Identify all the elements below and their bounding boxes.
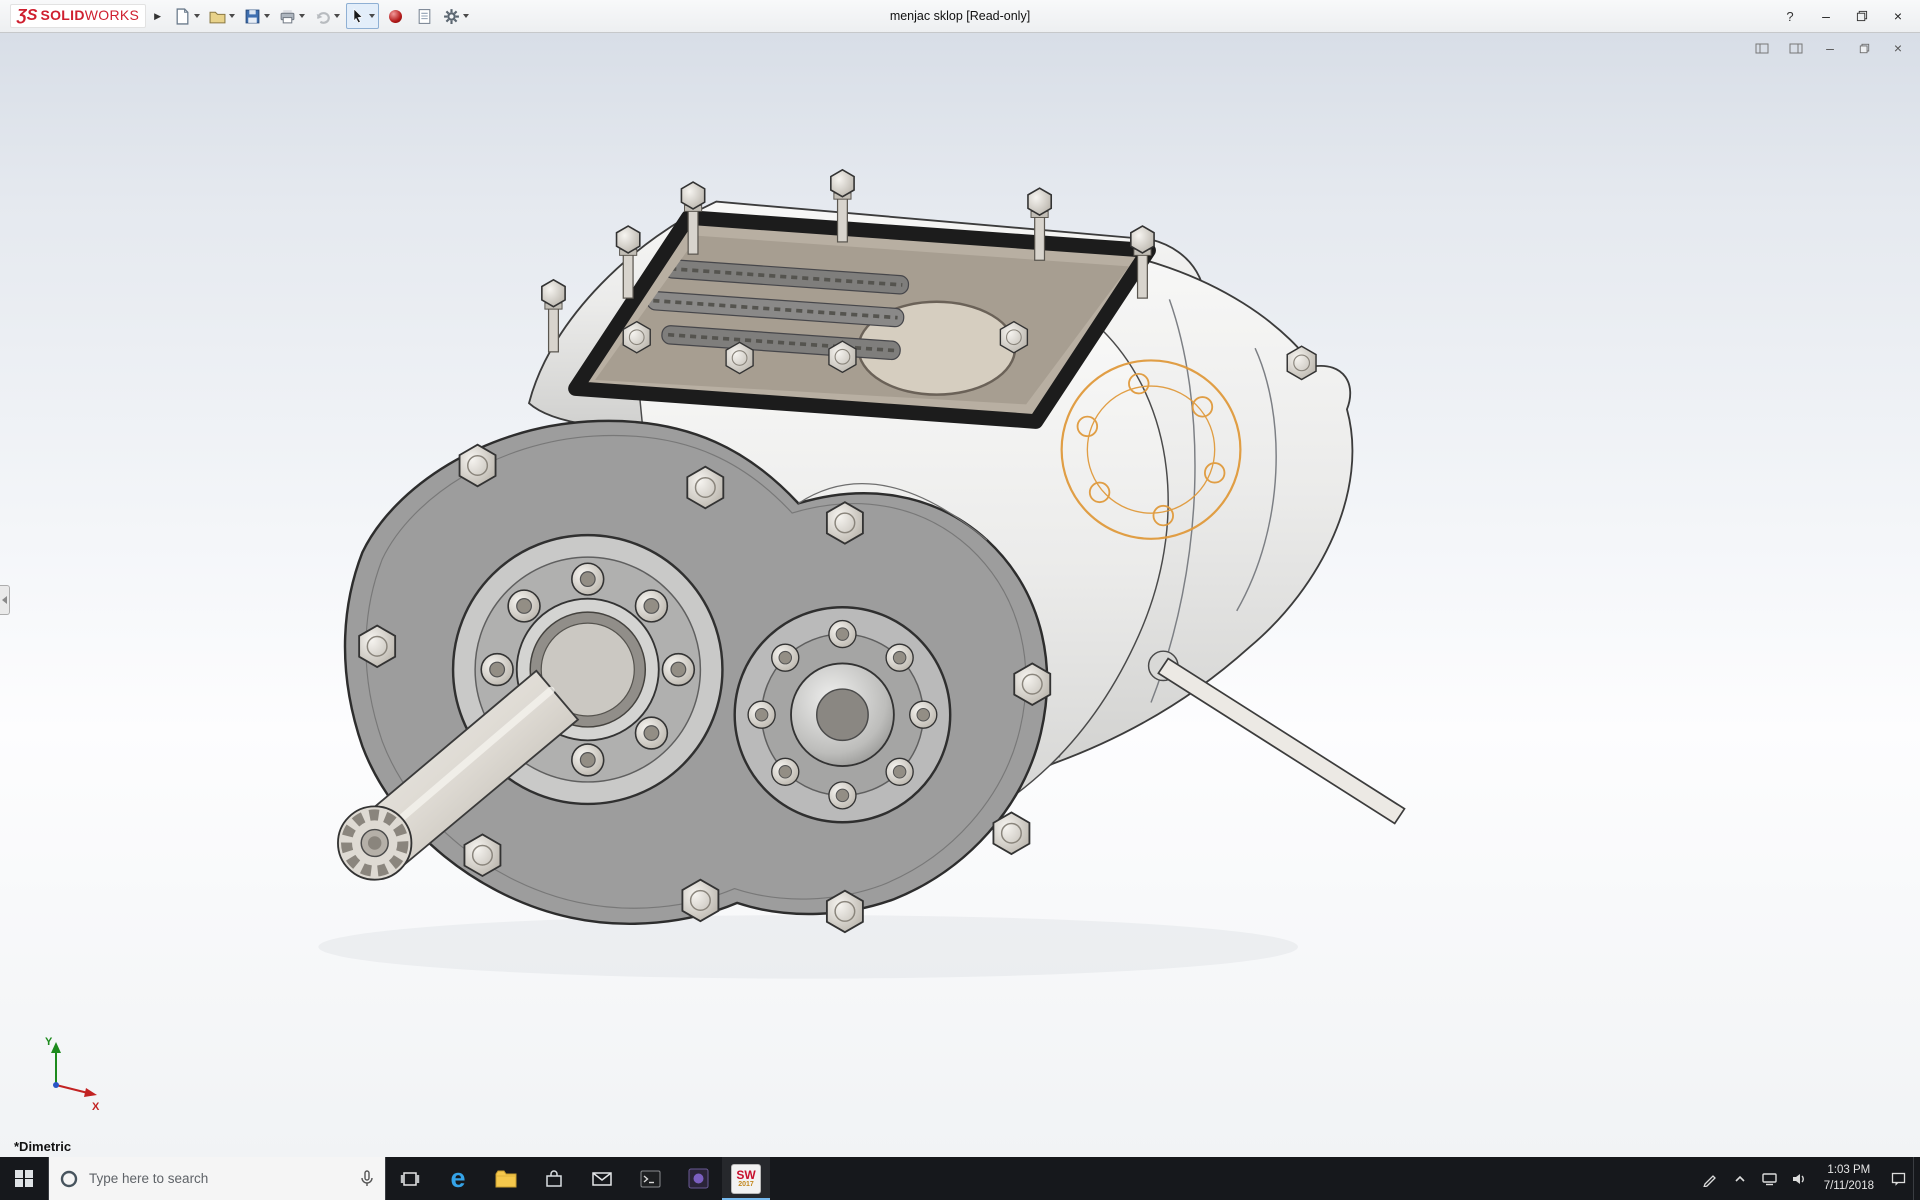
maximize-button[interactable] — [1844, 3, 1880, 29]
file-properties-button[interactable] — [411, 3, 437, 29]
print-icon — [280, 9, 295, 23]
task-view-button[interactable] — [386, 1157, 434, 1200]
file-properties-icon — [418, 8, 430, 24]
dropdown-arrow-icon[interactable] — [299, 14, 306, 18]
restore-icon — [1856, 10, 1868, 22]
new-document-button[interactable] — [171, 3, 203, 29]
menu-expander-arrow[interactable]: ▶ — [154, 11, 161, 22]
edge-icon: e — [450, 1163, 466, 1193]
window-controls: ? – × — [1772, 3, 1916, 29]
undo-icon — [316, 11, 330, 24]
search-input[interactable] — [49, 1157, 385, 1200]
solidworks-logo: ƷS SOLID WORKS — [10, 4, 147, 28]
gearbox-3d-model[interactable] — [0, 33, 1920, 1157]
dassault-ds-icon: ƷS — [17, 7, 38, 24]
view-orientation-label: *Dimetric — [14, 1139, 72, 1154]
document-close-button[interactable]: × — [1890, 40, 1906, 56]
task-view-icon — [400, 1171, 420, 1186]
pen-tray-icon[interactable] — [1695, 1157, 1725, 1200]
pane-right-icon[interactable] — [1788, 40, 1804, 56]
open-button[interactable] — [206, 3, 238, 29]
windows-logo-icon — [15, 1169, 33, 1188]
document-title: menjac sklop [Read-only] — [889, 9, 1031, 23]
appearance-button[interactable] — [382, 3, 408, 29]
solidworks-2017-button[interactable]: SW 2017 — [722, 1157, 770, 1200]
solidworks-2017-icon: SW 2017 — [731, 1163, 761, 1194]
dropdown-arrow-icon[interactable] — [229, 14, 236, 18]
start-button[interactable] — [0, 1157, 48, 1200]
brand-solid-text: SOLID — [40, 7, 85, 23]
edge-button[interactable]: e — [434, 1157, 482, 1200]
taskbar-search — [48, 1157, 386, 1200]
microphone-icon[interactable] — [359, 1169, 375, 1188]
select-cursor-icon — [353, 8, 363, 24]
dropdown-arrow-icon[interactable] — [463, 14, 470, 18]
undo-button[interactable] — [311, 3, 343, 29]
clock-time: 1:03 PM — [1827, 1163, 1871, 1176]
triad-y-label: Y — [45, 1036, 53, 1048]
quick-access-toolbar — [171, 3, 472, 29]
dropdown-arrow-icon[interactable] — [194, 14, 201, 18]
save-floppy-icon — [245, 9, 260, 23]
store-bag-icon — [546, 1169, 562, 1187]
terminal-button[interactable] — [626, 1157, 674, 1200]
windows-taskbar: e SW 2017 — [0, 1157, 1920, 1200]
system-tray: 1:03 PM 7/11/2018 — [1695, 1157, 1920, 1200]
solidworks-window: ƷS SOLID WORKS ▶ menjac sklop [Read-only… — [0, 0, 1920, 1200]
orientation-triad-icon: Y X — [45, 1036, 100, 1113]
document-window-controls: – × — [1754, 40, 1906, 56]
select-tool-button[interactable] — [346, 3, 380, 29]
options-button[interactable] — [440, 3, 472, 29]
store-button[interactable] — [530, 1157, 578, 1200]
purple-app-icon — [688, 1168, 708, 1189]
mail-envelope-icon — [592, 1171, 612, 1186]
pane-left-icon[interactable] — [1754, 40, 1770, 56]
dropdown-arrow-icon[interactable] — [264, 14, 271, 18]
dropdown-arrow-icon[interactable] — [369, 14, 376, 18]
network-icon[interactable] — [1755, 1157, 1785, 1200]
volume-icon[interactable] — [1785, 1157, 1815, 1200]
new-document-icon — [176, 7, 189, 25]
dropdown-arrow-icon[interactable] — [334, 14, 341, 18]
minimize-button[interactable]: – — [1808, 3, 1844, 29]
feature-panel-flyout-tab[interactable] — [0, 585, 10, 615]
taskbar-clock[interactable]: 1:03 PM 7/11/2018 — [1815, 1157, 1883, 1200]
clock-date: 7/11/2018 — [1823, 1179, 1874, 1192]
appearance-sphere-icon — [388, 9, 402, 23]
file-explorer-icon — [495, 1170, 517, 1187]
document-minimize-button[interactable]: – — [1822, 40, 1838, 56]
brand-works-text: WORKS — [84, 7, 140, 23]
print-button[interactable] — [276, 3, 308, 29]
triad-x-label: X — [92, 1101, 100, 1113]
document-restore-button[interactable] — [1856, 40, 1872, 56]
mail-button[interactable] — [578, 1157, 626, 1200]
open-folder-icon — [209, 11, 226, 23]
close-button[interactable]: × — [1880, 3, 1916, 29]
save-button[interactable] — [241, 3, 273, 29]
gear-icon — [444, 8, 459, 24]
purple-app-button[interactable] — [674, 1157, 722, 1200]
cortana-icon — [60, 1170, 78, 1187]
show-desktop-button[interactable] — [1913, 1157, 1920, 1200]
action-center-icon[interactable] — [1883, 1157, 1913, 1200]
graphics-area: – × Y X *Dimetric — [0, 33, 1920, 1157]
terminal-icon — [640, 1170, 660, 1187]
file-explorer-button[interactable] — [482, 1157, 530, 1200]
hidden-icons-chevron[interactable] — [1725, 1157, 1755, 1200]
help-button[interactable]: ? — [1772, 3, 1808, 29]
titlebar: ƷS SOLID WORKS ▶ menjac sklop [Read-only… — [0, 0, 1920, 33]
